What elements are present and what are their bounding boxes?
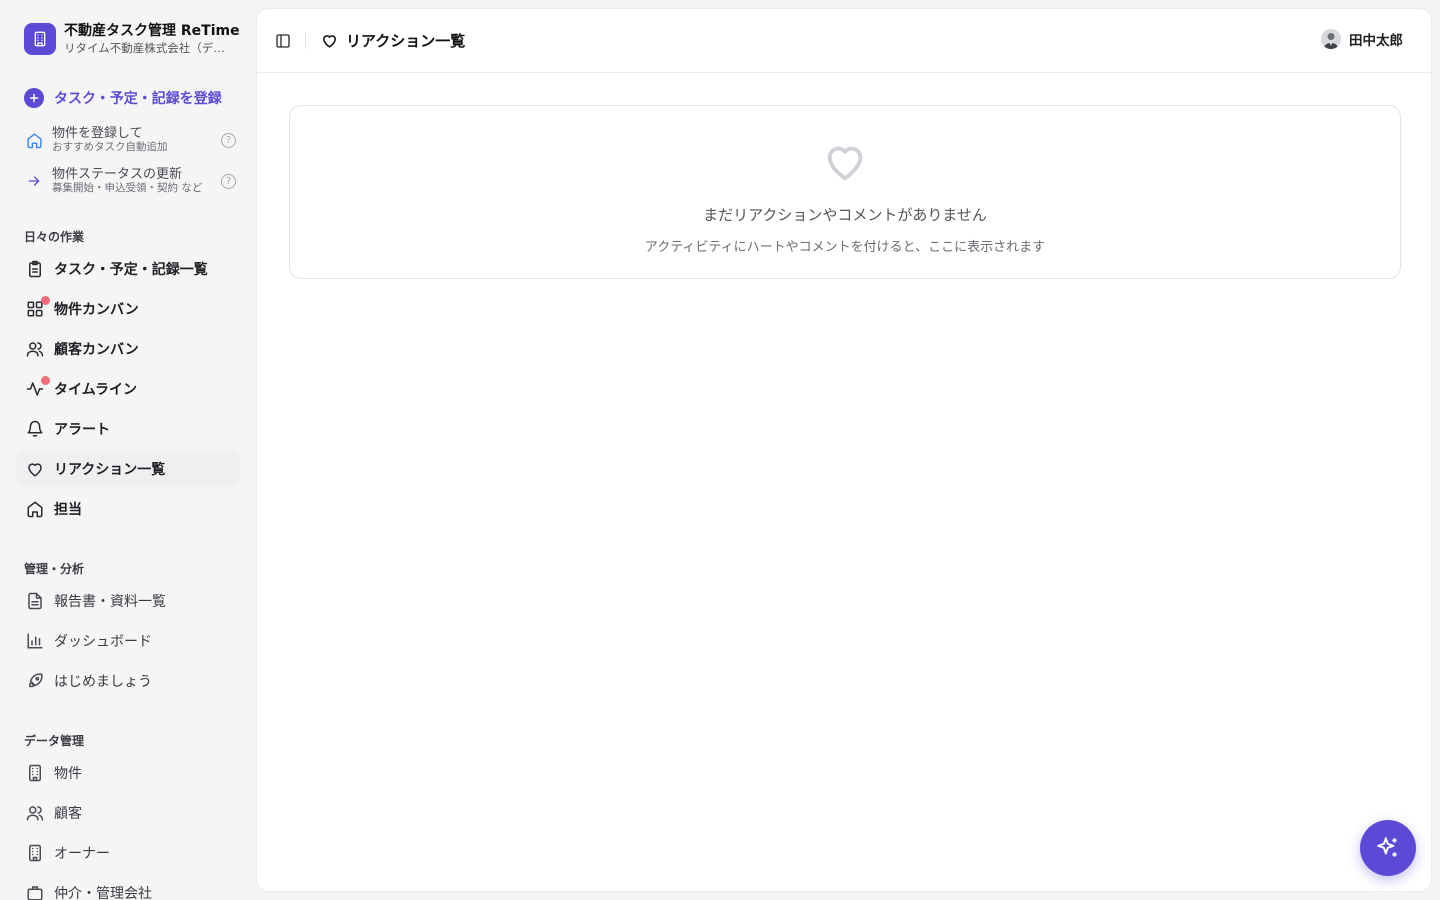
sidebar-toggle-button[interactable]: [273, 31, 293, 51]
home-icon: [26, 500, 44, 518]
bell-icon: [26, 420, 44, 438]
activity-icon: [26, 376, 50, 398]
section-label-management: 管理・分析: [24, 562, 85, 576]
building-icon: [26, 764, 44, 782]
arrow-right-icon: [24, 173, 44, 189]
nav-item-properties[interactable]: 物件: [16, 755, 240, 791]
nav-item-property-kanban[interactable]: 物件カンバン: [16, 291, 240, 327]
sidebar: 不動産タスク管理 ReTime リタイム不動産株式会社（デモ） タスク・予定・記…: [0, 0, 256, 900]
user-name: 田中太郎: [1349, 33, 1403, 49]
shortcut-subtitle: 募集開始・申込受領・契約 など: [52, 182, 203, 194]
section-label-daily: 日々の作業: [24, 230, 85, 244]
empty-state-description: アクティビティにハートやコメントを付けると、ここに表示されます: [644, 240, 1046, 255]
heart-icon: [321, 32, 338, 49]
nav-label: リアクション一覧: [54, 462, 166, 478]
nav-label: ダッシュボード: [54, 634, 152, 650]
nav-item-brokers[interactable]: 仲介・管理会社: [16, 875, 240, 900]
user-menu[interactable]: 田中太郎: [1321, 29, 1403, 49]
rocket-icon: [26, 672, 44, 690]
app-root: 不動産タスク管理 ReTime リタイム不動産株式会社（デモ） タスク・予定・記…: [0, 0, 1440, 900]
help-icon[interactable]: ?: [221, 173, 236, 189]
sparkles-icon: [1377, 837, 1397, 857]
nav-item-timeline[interactable]: タイムライン: [16, 371, 240, 407]
nav-label: はじめましょう: [54, 674, 152, 690]
nav-item-task-list[interactable]: タスク・予定・記録一覧: [16, 251, 240, 287]
bar-chart-icon: [26, 632, 44, 650]
nav-label: 担当: [54, 502, 82, 518]
clipboard-icon: [26, 260, 44, 278]
page-title: リアクション一覧: [346, 32, 466, 50]
nav-label: 仲介・管理会社: [54, 886, 152, 900]
building-icon: [24, 23, 56, 55]
users-icon: [26, 804, 44, 822]
notification-badge: [41, 296, 50, 305]
shortcut-title: 物件ステータスの更新: [52, 167, 183, 182]
page-title-wrap: リアクション一覧: [321, 30, 465, 51]
nav-item-assignee[interactable]: 担当: [16, 491, 240, 527]
heart-icon: [26, 460, 44, 478]
grid-icon: [26, 296, 50, 318]
nav-label: 報告書・資料一覧: [54, 594, 166, 610]
brand-title: 不動産タスク管理 ReTime: [64, 23, 240, 39]
nav-item-owners[interactable]: オーナー: [16, 835, 240, 871]
main-panel: リアクション一覧 田中太郎 まだリアクションやコメントがありません アクティビテ…: [256, 8, 1432, 892]
nav-label: 顧客カンバン: [54, 342, 139, 358]
nav-label: タイムライン: [54, 382, 138, 398]
heart-icon: [822, 138, 868, 184]
empty-state-title: まだリアクションやコメントがありません: [703, 206, 987, 224]
shortcut-update-status[interactable]: 物件ステータスの更新 募集開始・申込受領・契約 など ?: [24, 164, 236, 198]
nav-label: タスク・予定・記録一覧: [54, 262, 208, 278]
register-label: タスク・予定・記録を登録: [54, 91, 222, 107]
register-button[interactable]: タスク・予定・記録を登録: [24, 86, 222, 110]
ai-assistant-button[interactable]: [1360, 820, 1416, 876]
shortcut-subtitle: おすすめタスク自動追加: [52, 141, 168, 153]
nav-item-dashboard[interactable]: ダッシュボード: [16, 623, 240, 659]
nav-item-getting-started[interactable]: はじめましょう: [16, 663, 240, 699]
nav-item-customer-kanban[interactable]: 顧客カンバン: [16, 331, 240, 367]
building-icon: [26, 844, 44, 862]
briefcase-icon: [26, 884, 44, 900]
avatar: [1321, 29, 1341, 49]
brand-subtitle: リタイム不動産株式会社（デモ）: [64, 41, 236, 55]
document-icon: [26, 592, 44, 610]
empty-state-card: まだリアクションやコメントがありません アクティビティにハートやコメントを付ける…: [289, 105, 1401, 279]
nav-item-alerts[interactable]: アラート: [16, 411, 240, 447]
nav-item-customers[interactable]: 顧客: [16, 795, 240, 831]
nav-label: 物件カンバン: [54, 302, 139, 318]
nav-item-reactions[interactable]: リアクション一覧: [16, 451, 240, 487]
nav-label: オーナー: [54, 846, 110, 862]
plus-circle-icon: [24, 88, 44, 108]
brand[interactable]: 不動産タスク管理 ReTime リタイム不動産株式会社（デモ）: [24, 22, 240, 56]
section-label-data: データ管理: [24, 734, 85, 748]
topbar: リアクション一覧 田中太郎: [257, 9, 1431, 73]
shortcut-title: 物件を登録して: [52, 126, 143, 141]
divider: [305, 33, 306, 49]
nav-label: 顧客: [54, 806, 82, 822]
nav-item-reports[interactable]: 報告書・資料一覧: [16, 583, 240, 619]
nav-label: アラート: [54, 422, 110, 438]
notification-badge: [41, 376, 50, 385]
users-icon: [26, 340, 44, 358]
sidebar-toggle-icon: [276, 34, 290, 48]
shortcut-register-property[interactable]: 物件を登録して おすすめタスク自動追加 ?: [24, 123, 236, 157]
help-icon[interactable]: ?: [221, 132, 236, 148]
home-icon: [24, 132, 44, 149]
nav-label: 物件: [54, 766, 82, 782]
